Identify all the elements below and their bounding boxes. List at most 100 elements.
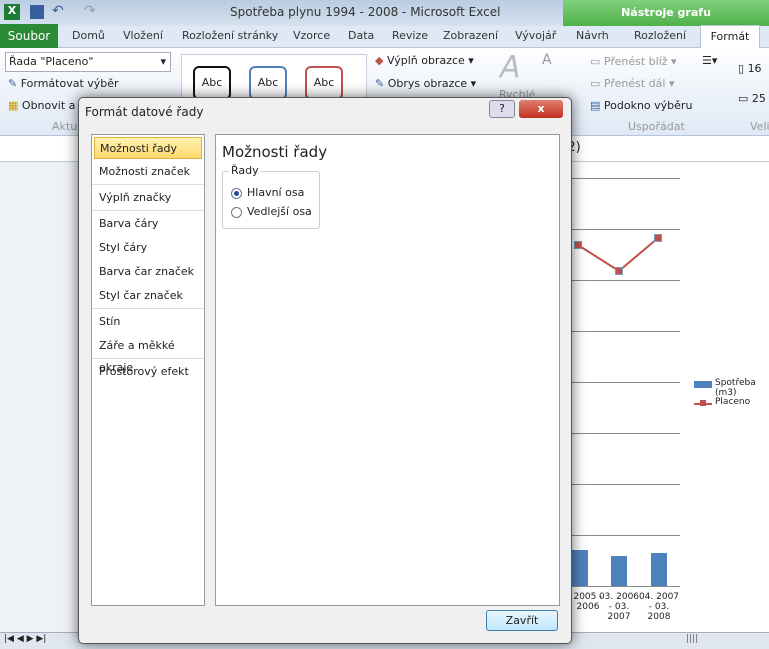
category-glow-soft-edges[interactable]: Záře a měkké okraje: [94, 335, 202, 374]
shape-fill-label: Výplň obrazce: [386, 54, 465, 67]
bring-forward-button[interactable]: ▭ Přenést blíž ▾: [590, 55, 677, 68]
category-series-options[interactable]: Možnosti řady: [94, 137, 202, 159]
send-backward-button[interactable]: ▭ Přenést dál ▾: [590, 77, 674, 90]
tab-domu[interactable]: Domů: [72, 29, 105, 42]
tab-data[interactable]: Data: [348, 29, 374, 42]
tab-vzorce[interactable]: Vzorce: [293, 29, 330, 42]
x-tick-label: 03. 2006 - 03. 2007: [598, 592, 640, 622]
tab-vyvojar[interactable]: Vývojář: [515, 29, 556, 42]
tab-rozlozeni-stranky[interactable]: Rozložení stránky: [182, 29, 278, 42]
bar-spotreba: [611, 556, 627, 586]
shape-outline-button[interactable]: ✎ Obrys obrazce ▾: [375, 77, 476, 90]
reset-button[interactable]: ▦ Obnovit a: [8, 99, 75, 112]
options-pane: Možnosti řady Řady Hlavní osa Vedlejší o…: [215, 134, 560, 606]
tab-zobrazeni[interactable]: Zobrazení: [443, 29, 498, 42]
reset-icon: ▦: [8, 99, 19, 112]
tab-rozlozeni[interactable]: Rozložení: [634, 29, 686, 42]
category-marker-fill[interactable]: Výplň značky: [94, 187, 202, 209]
gridline: [572, 178, 680, 179]
group-label: Řady: [229, 164, 261, 177]
legend-label-spotreba[interactable]: Spotřeba (m3): [715, 378, 769, 398]
send-backward-label: Přenést dál: [603, 77, 666, 90]
width-value: 25: [751, 92, 766, 105]
placeno-marker: [615, 267, 623, 275]
tab-vlozeni[interactable]: Vložení: [123, 29, 163, 42]
category-line-color[interactable]: Barva čáry: [94, 213, 202, 235]
paint-bucket-icon: ◆: [375, 54, 384, 67]
chevron-down-icon: ▾: [160, 55, 166, 68]
align-icon[interactable]: ☰▾: [702, 54, 717, 67]
ribbon-tabs: Domů Vložení Rozložení stránky Vzorce Da…: [0, 26, 769, 48]
category-line-style[interactable]: Styl čáry: [94, 237, 202, 259]
tab-navrh[interactable]: Návrh: [576, 29, 609, 42]
width-field[interactable]: ▭ 25: [738, 92, 766, 105]
gridline: [572, 331, 680, 332]
secondary-axis-radio[interactable]: [231, 207, 242, 218]
dialog-title: Formát datové řady: [85, 105, 204, 119]
tab-revize[interactable]: Revize: [392, 29, 428, 42]
x-tick-label: 04. 2007 - 03. 2008: [638, 592, 680, 622]
x-axis: [572, 586, 680, 587]
close-icon[interactable]: x: [519, 100, 563, 118]
placeno-marker: [574, 241, 582, 249]
tab-format[interactable]: Formát: [700, 25, 760, 49]
format-data-series-dialog: Formát datové řady ? x Možnosti řady Mož…: [78, 97, 572, 644]
shape-fill-button[interactable]: ◆ Výplň obrazce ▾: [375, 54, 474, 67]
sheet-nav-arrows-icon[interactable]: |◀ ◀ ▶ ▶|: [4, 634, 46, 644]
selection-dropdown[interactable]: Řada "Placeno" ▾: [5, 52, 171, 72]
wordart-icon[interactable]: A: [500, 50, 521, 85]
category-marker-line-style[interactable]: Styl čar značek: [94, 285, 202, 307]
redo-icon[interactable]: ↷: [84, 3, 96, 19]
save-icon[interactable]: [30, 5, 44, 19]
sheet-left-area: [0, 162, 78, 632]
divider: [92, 358, 204, 359]
window-title: Spotřeba plynu 1994 - 2008 - Microsoft E…: [230, 5, 501, 19]
chart-tools-header: Nástroje grafu: [563, 0, 769, 26]
selection-pane-button[interactable]: ▤ Podokno výběru: [590, 99, 692, 112]
category-marker-line-color[interactable]: Barva čar značek: [94, 261, 202, 283]
format-selection-button[interactable]: ✎ Formátovat výběr: [8, 77, 119, 90]
category-3d-format[interactable]: Prostorový efekt: [94, 361, 202, 383]
height-value: 16: [747, 62, 762, 75]
divider: [92, 184, 204, 185]
selection-pane-label: Podokno výběru: [603, 99, 693, 112]
reset-label: Obnovit a: [21, 99, 76, 112]
category-marker-options[interactable]: Možnosti značek: [94, 161, 202, 183]
secondary-axis-label[interactable]: Vedlejší osa: [247, 205, 312, 218]
height-field[interactable]: ▯ 16: [738, 62, 762, 75]
text-fill-icon[interactable]: A: [542, 52, 552, 68]
pen-icon: ✎: [375, 77, 385, 90]
category-list: Možnosti řady Možnosti značek Výplň znač…: [91, 134, 205, 606]
bar-spotreba: [572, 550, 588, 586]
primary-axis-radio[interactable]: [231, 188, 242, 199]
pane-title: Možnosti řady: [222, 143, 328, 161]
bar-spotreba: [651, 553, 667, 586]
format-selection-label: Formátovat výběr: [20, 77, 119, 90]
style-sample-blue[interactable]: Abc: [249, 66, 287, 100]
group-label-size: Veli: [750, 120, 769, 133]
scrollbar-grip-icon[interactable]: ||||: [686, 634, 698, 644]
help-button[interactable]: ?: [489, 100, 515, 118]
group-label-arrange: Uspořádat: [628, 120, 685, 133]
gridline: [572, 535, 680, 536]
series-axis-group: Řady Hlavní osa Vedlejší osa: [222, 164, 320, 229]
legend-label-placeno[interactable]: Placeno: [715, 397, 750, 407]
gridline: [572, 280, 680, 281]
gridline: [572, 433, 680, 434]
primary-axis-label[interactable]: Hlavní osa: [247, 186, 304, 199]
shape-outline-label: Obrys obrazce: [387, 77, 468, 90]
excel-logo-icon: X: [4, 4, 20, 20]
tab-soubor[interactable]: Soubor: [0, 24, 58, 48]
close-button[interactable]: Zavřít: [486, 610, 558, 631]
selection-value: Řada "Placeno": [9, 55, 94, 68]
gridline: [572, 484, 680, 485]
selection-pane-icon: ▤: [590, 99, 601, 112]
divider: [92, 210, 204, 211]
undo-icon[interactable]: ↶: [52, 3, 64, 19]
style-sample-red[interactable]: Abc: [305, 66, 343, 100]
legend-swatch-spotreba: [694, 381, 712, 388]
style-sample-black[interactable]: Abc: [193, 66, 231, 100]
divider: [92, 308, 204, 309]
gridline: [572, 382, 680, 383]
category-shadow[interactable]: Stín: [94, 311, 202, 333]
